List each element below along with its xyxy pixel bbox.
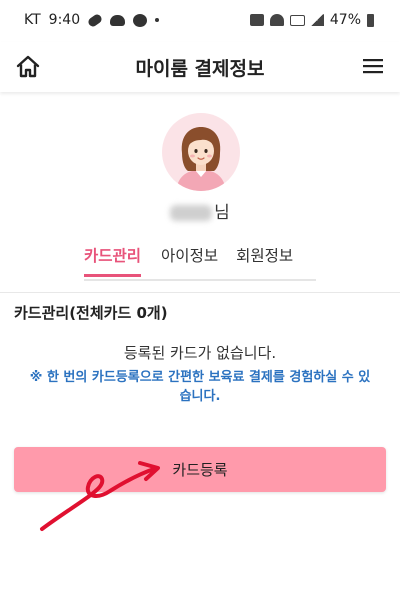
tab-bar: 카드관리 아이정보 회원정보: [84, 244, 311, 277]
pill-icon: [86, 12, 104, 28]
username-row: 님: [0, 198, 400, 223]
battery-percent: 47%: [329, 12, 361, 28]
tab-card-management[interactable]: 카드관리: [84, 244, 142, 277]
avatar-illustration: [176, 127, 226, 191]
more-dot-icon: [155, 18, 160, 22]
chat-icon: [133, 13, 148, 27]
card-register-notice: ※ 한 번의 카드등록으로 간편한 보육료 결제를 경험하실 수 있습니다.: [29, 370, 371, 404]
page-title: 마이룸 결제정보: [135, 58, 265, 80]
status-bar: KT 9:40 47%: [0, 0, 400, 42]
time-label: 9:40: [48, 12, 81, 28]
blurred-username: [170, 205, 213, 221]
divider: [0, 292, 400, 293]
wifi-icon: [269, 14, 284, 26]
battery-icon: [367, 13, 374, 27]
menu-icon[interactable]: [362, 55, 384, 77]
mute-icon: [249, 14, 264, 26]
app-header: 마이룸 결제정보: [0, 42, 400, 92]
signal-icon: [310, 14, 324, 26]
tab-child-info[interactable]: 아이정보: [161, 244, 218, 277]
hd-icon: [289, 14, 305, 26]
tab-underline-track: [84, 279, 316, 281]
username-suffix: 님: [214, 203, 230, 223]
carrier-label: KT: [24, 12, 41, 28]
avatar: [162, 113, 240, 191]
tab-member-info[interactable]: 회원정보: [236, 244, 293, 277]
card-section-title: 카드관리(전체카드 0개): [14, 304, 168, 322]
cloud-icon: [110, 14, 126, 26]
register-card-button[interactable]: 카드등록: [14, 447, 386, 492]
empty-card-message: 등록된 카드가 없습니다.: [123, 344, 277, 362]
